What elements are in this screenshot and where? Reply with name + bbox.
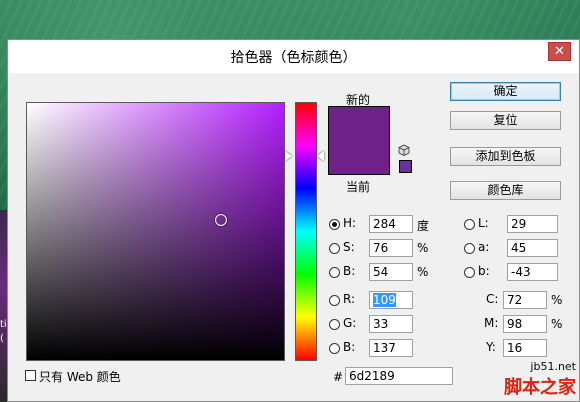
unit-s: % bbox=[417, 241, 429, 255]
label-a: a: bbox=[478, 240, 490, 254]
watermark-url: jb51.net bbox=[530, 360, 576, 373]
color-field-cursor[interactable] bbox=[214, 214, 227, 227]
label-lab-b: b: bbox=[478, 264, 490, 278]
radio-s[interactable] bbox=[329, 243, 340, 254]
hue-slider-left-arrow-icon[interactable] bbox=[285, 151, 292, 162]
input-r-value: 109 bbox=[373, 293, 396, 307]
unit-c: % bbox=[551, 293, 563, 307]
radio-g[interactable] bbox=[329, 319, 340, 330]
close-icon: ✕ bbox=[554, 44, 565, 59]
label-y: Y: bbox=[486, 340, 496, 354]
web-colors-only-label: 只有 Web 颜色 bbox=[39, 370, 121, 384]
label-rgb-b: B: bbox=[343, 340, 356, 354]
current-color-swatch[interactable] bbox=[328, 140, 390, 175]
label-h: H: bbox=[343, 216, 357, 230]
radio-b[interactable] bbox=[329, 267, 340, 278]
input-lab-b[interactable]: -43 bbox=[507, 263, 558, 281]
label-r: R: bbox=[343, 292, 356, 306]
title-bar: 拾色器（色标颜色） ✕ bbox=[8, 40, 579, 73]
label-s: S: bbox=[343, 240, 355, 254]
watermark-text: 脚本之家 bbox=[504, 377, 576, 398]
input-hex[interactable]: 6d2189 bbox=[345, 367, 453, 385]
close-button[interactable]: ✕ bbox=[548, 42, 571, 61]
unit-b: % bbox=[417, 265, 429, 279]
input-y[interactable]: 16 bbox=[503, 339, 547, 357]
input-m[interactable]: 98 bbox=[503, 315, 547, 333]
add-to-swatches-button[interactable]: 添加到色板 bbox=[450, 147, 561, 166]
input-b[interactable]: 54 bbox=[369, 263, 413, 281]
label-hex: # bbox=[333, 370, 344, 384]
background-app-text: ti ( bbox=[0, 319, 7, 344]
input-a[interactable]: 45 bbox=[507, 239, 558, 257]
radio-a[interactable] bbox=[464, 243, 475, 254]
label-b: B: bbox=[343, 264, 356, 278]
input-r[interactable]: 109 bbox=[369, 291, 413, 309]
new-color-swatch bbox=[328, 106, 390, 141]
radio-r[interactable] bbox=[329, 295, 340, 306]
color-field[interactable] bbox=[26, 102, 285, 361]
input-l[interactable]: 29 bbox=[507, 215, 558, 233]
dialog-title: 拾色器（色标颜色） bbox=[230, 50, 357, 66]
input-s[interactable]: 76 bbox=[369, 239, 413, 257]
color-picker-dialog: 拾色器（色标颜色） ✕ 新的 当前 确定 复位 添加到色板 颜色库 H: 284… bbox=[7, 39, 580, 402]
watermark: jb51.net 脚本之家 bbox=[504, 360, 576, 399]
input-rgb-b[interactable]: 137 bbox=[369, 339, 413, 357]
label-l: L: bbox=[478, 216, 489, 230]
label-c: C: bbox=[486, 292, 499, 306]
current-color-label: 当前 bbox=[346, 180, 371, 194]
out-of-gamut-cube-icon[interactable] bbox=[398, 144, 410, 156]
ok-button[interactable]: 确定 bbox=[450, 82, 561, 101]
radio-rgb-b[interactable] bbox=[329, 343, 340, 354]
unit-h: 度 bbox=[417, 219, 430, 233]
radio-h[interactable] bbox=[329, 219, 340, 230]
input-h[interactable]: 284 bbox=[369, 215, 413, 233]
hue-slider[interactable] bbox=[295, 102, 317, 361]
hue-slider-right-arrow-icon[interactable] bbox=[317, 151, 324, 162]
label-g: G: bbox=[343, 316, 357, 330]
radio-l[interactable] bbox=[464, 219, 475, 230]
label-m: M: bbox=[484, 316, 499, 330]
radio-lab-b[interactable] bbox=[464, 267, 475, 278]
background-app-strip bbox=[0, 210, 7, 402]
color-libraries-button[interactable]: 颜色库 bbox=[450, 181, 561, 200]
unit-m: % bbox=[551, 317, 563, 331]
input-c[interactable]: 72 bbox=[503, 291, 547, 309]
reset-button[interactable]: 复位 bbox=[450, 111, 561, 130]
input-g[interactable]: 33 bbox=[369, 315, 413, 333]
web-colors-only-checkbox[interactable] bbox=[25, 370, 36, 381]
websafe-color-swatch[interactable] bbox=[399, 160, 412, 173]
